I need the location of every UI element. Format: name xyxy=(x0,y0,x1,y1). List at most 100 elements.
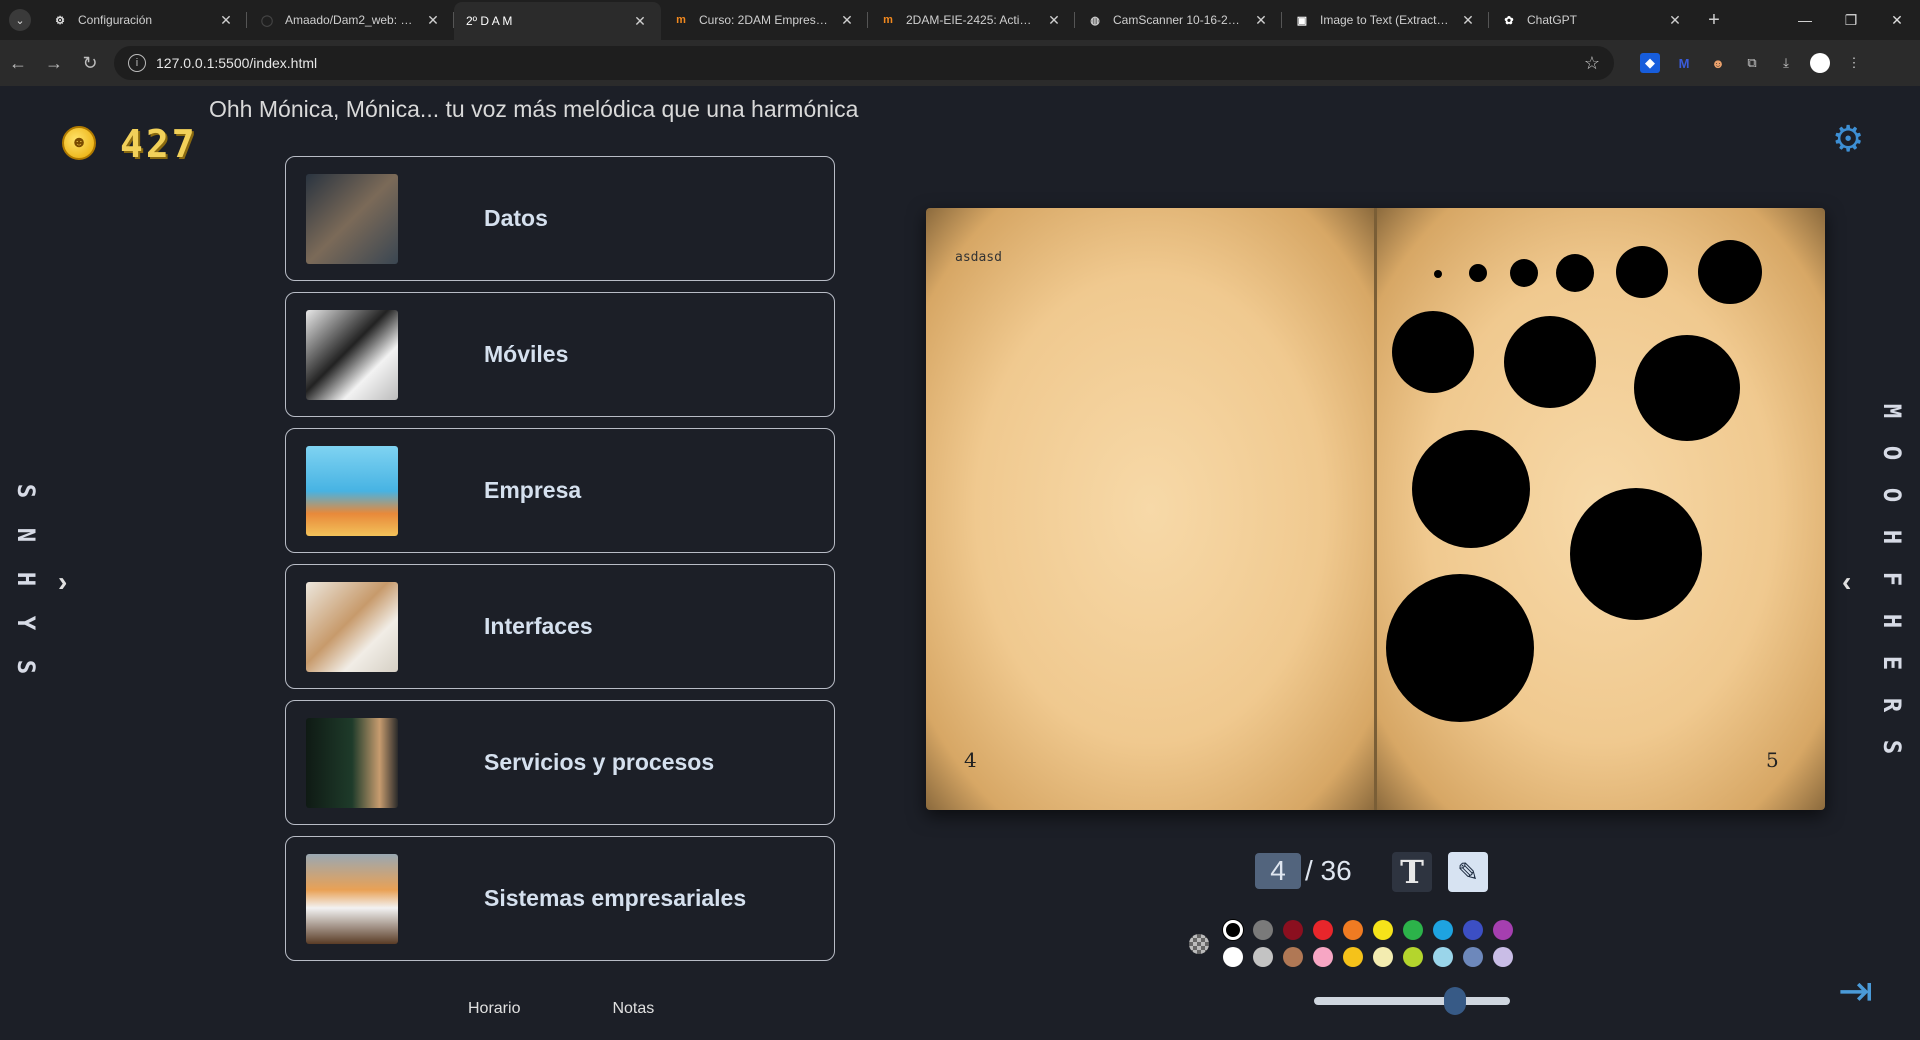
color-swatch[interactable] xyxy=(1283,947,1303,967)
close-icon[interactable]: ✕ xyxy=(424,12,442,29)
transparent-color-swatch[interactable] xyxy=(1189,934,1209,954)
color-swatch[interactable] xyxy=(1463,947,1483,967)
color-swatch[interactable] xyxy=(1463,920,1483,940)
back-button[interactable]: ← xyxy=(0,45,36,81)
restore-button[interactable]: ❐ xyxy=(1828,0,1874,40)
tab-github[interactable]: ◯ Amaado/Dam2_web: Segu ✕ xyxy=(247,0,454,40)
kebab-menu-icon[interactable]: ⋮ xyxy=(1844,53,1864,73)
color-swatch[interactable] xyxy=(1223,947,1243,967)
subject-name: Sistemas empresariales xyxy=(484,885,747,911)
subject-card-datos[interactable]: Datos xyxy=(285,156,835,281)
color-swatch[interactable] xyxy=(1313,947,1333,967)
extensions-area: ◆ M ☻ ⧉ ⤓ ⋮ xyxy=(1640,53,1864,73)
left-page-number: 4 xyxy=(964,748,977,772)
coin-icon: ☻ xyxy=(62,126,96,160)
notebook-canvas[interactable]: asdasd 4 5 xyxy=(926,208,1825,810)
chevron-left-icon[interactable]: ‹ xyxy=(1842,566,1851,598)
side-title-left: S N H Y S xyxy=(12,476,40,682)
tab-curso[interactable]: m Curso: 2DAM Empresa e i ✕ xyxy=(661,0,868,40)
cat-phone-image xyxy=(306,309,398,400)
close-icon[interactable]: ✕ xyxy=(1252,12,1270,29)
close-icon[interactable]: ✕ xyxy=(1666,12,1684,29)
tab-configuracion[interactable]: ⚙ Configuración ✕ xyxy=(40,0,247,40)
brush-dot xyxy=(1412,430,1530,548)
tab-actividad[interactable]: m 2DAM-EIE-2425: Actividac ✕ xyxy=(868,0,1075,40)
slider-knob[interactable] xyxy=(1444,987,1467,1015)
tab-title: Image to Text (Extract Tex xyxy=(1320,13,1451,27)
color-swatch[interactable] xyxy=(1373,920,1393,940)
color-swatch[interactable] xyxy=(1343,947,1363,967)
color-swatch[interactable] xyxy=(1253,947,1273,967)
window-close-button[interactable]: ✕ xyxy=(1874,0,1920,40)
minimize-button[interactable]: — xyxy=(1782,0,1828,40)
notas-link[interactable]: Notas xyxy=(612,1000,654,1018)
horario-link[interactable]: Horario xyxy=(468,1000,520,1018)
tab-search-button[interactable]: ⌄ xyxy=(0,0,40,40)
url-field[interactable]: i 127.0.0.1:5500/index.html ☆ xyxy=(114,46,1614,80)
new-tab-button[interactable]: + xyxy=(1696,0,1732,40)
bookmark-star-icon[interactable]: ☆ xyxy=(1584,53,1600,74)
globe-icon: ◍ xyxy=(1090,14,1100,27)
close-icon[interactable]: ✕ xyxy=(1045,12,1063,29)
subject-name: Empresa xyxy=(484,477,582,503)
forward-button[interactable]: → xyxy=(36,45,72,81)
close-icon[interactable]: ✕ xyxy=(838,12,856,29)
settings-gear-icon[interactable]: ⚙ xyxy=(1832,118,1864,160)
color-swatch[interactable] xyxy=(1253,920,1273,940)
tab-chatgpt[interactable]: ✿ ChatGPT ✕ xyxy=(1489,0,1696,40)
color-swatch[interactable] xyxy=(1433,920,1453,940)
puzzle-icon[interactable]: ⧉ xyxy=(1742,53,1762,73)
close-icon[interactable]: ✕ xyxy=(631,13,649,30)
bitwarden-icon[interactable]: ◆ xyxy=(1640,53,1660,73)
pen-tool-button[interactable]: ✎ xyxy=(1448,852,1488,892)
color-swatch[interactable] xyxy=(1403,920,1423,940)
total-pages: / 36 xyxy=(1305,855,1352,886)
color-swatch[interactable] xyxy=(1493,920,1513,940)
side-letter: O xyxy=(1877,445,1906,461)
extension-face-icon[interactable]: ☻ xyxy=(1708,53,1728,73)
subject-name: Servicios y procesos xyxy=(484,749,715,775)
subject-card-empresa[interactable]: Empresa xyxy=(285,428,835,553)
side-letter: H xyxy=(1877,613,1906,629)
chevron-right-icon[interactable]: › xyxy=(58,566,67,598)
subject-card-interfaces[interactable]: Interfaces xyxy=(285,564,835,689)
reload-button[interactable]: ↻ xyxy=(72,45,108,81)
tab-camscanner[interactable]: ◍ CamScanner 10-16-2020 ✕ xyxy=(1075,0,1282,40)
left-page[interactable] xyxy=(926,208,1375,810)
right-page-number: 5 xyxy=(1766,748,1779,772)
download-icon[interactable]: ⤓ xyxy=(1776,53,1796,73)
color-swatch[interactable] xyxy=(1433,947,1453,967)
score-counter: 427 xyxy=(120,122,198,166)
text-tool-button[interactable]: T xyxy=(1392,852,1432,892)
color-swatch[interactable] xyxy=(1493,947,1513,967)
tab-title: Amaado/Dam2_web: Segu xyxy=(285,13,416,27)
chatgpt-icon: ✿ xyxy=(1504,14,1514,27)
close-icon[interactable]: ✕ xyxy=(217,12,235,29)
brush-dot xyxy=(1392,311,1474,393)
brush-size-slider[interactable] xyxy=(1314,987,1510,1015)
site-info-icon[interactable]: i xyxy=(128,54,146,72)
color-swatch[interactable] xyxy=(1343,920,1363,940)
color-swatch[interactable] xyxy=(1313,920,1333,940)
subject-name: Interfaces xyxy=(484,613,593,639)
side-letter: R xyxy=(1877,697,1906,713)
color-swatch[interactable] xyxy=(1223,920,1243,940)
brush-dot xyxy=(1510,259,1538,287)
subject-card-sistemas[interactable]: Sistemas empresariales xyxy=(285,836,835,961)
tab-2dam[interactable]: 2º D A M ✕ xyxy=(454,2,661,40)
extension-m-icon[interactable]: M xyxy=(1674,53,1694,73)
color-swatch[interactable] xyxy=(1403,947,1423,967)
color-swatch[interactable] xyxy=(1283,920,1303,940)
profile-avatar[interactable] xyxy=(1810,53,1830,73)
subject-card-servicios[interactable]: Servicios y procesos xyxy=(285,700,835,825)
color-swatch[interactable] xyxy=(1373,947,1393,967)
tab-image-to-text[interactable]: ▣ Image to Text (Extract Tex ✕ xyxy=(1282,0,1489,40)
close-icon[interactable]: ✕ xyxy=(1459,12,1477,29)
side-title-right: M O O H F H E R S xyxy=(1877,396,1906,762)
subject-card-moviles[interactable]: Móviles xyxy=(285,292,835,417)
cat-blueprint-image xyxy=(306,581,398,672)
moodle-icon: m xyxy=(676,14,686,26)
current-page-input[interactable]: 4 xyxy=(1255,853,1301,889)
logout-icon[interactable]: ⇥ xyxy=(1838,966,1873,1015)
footer-links: Horario Notas xyxy=(468,1000,654,1018)
